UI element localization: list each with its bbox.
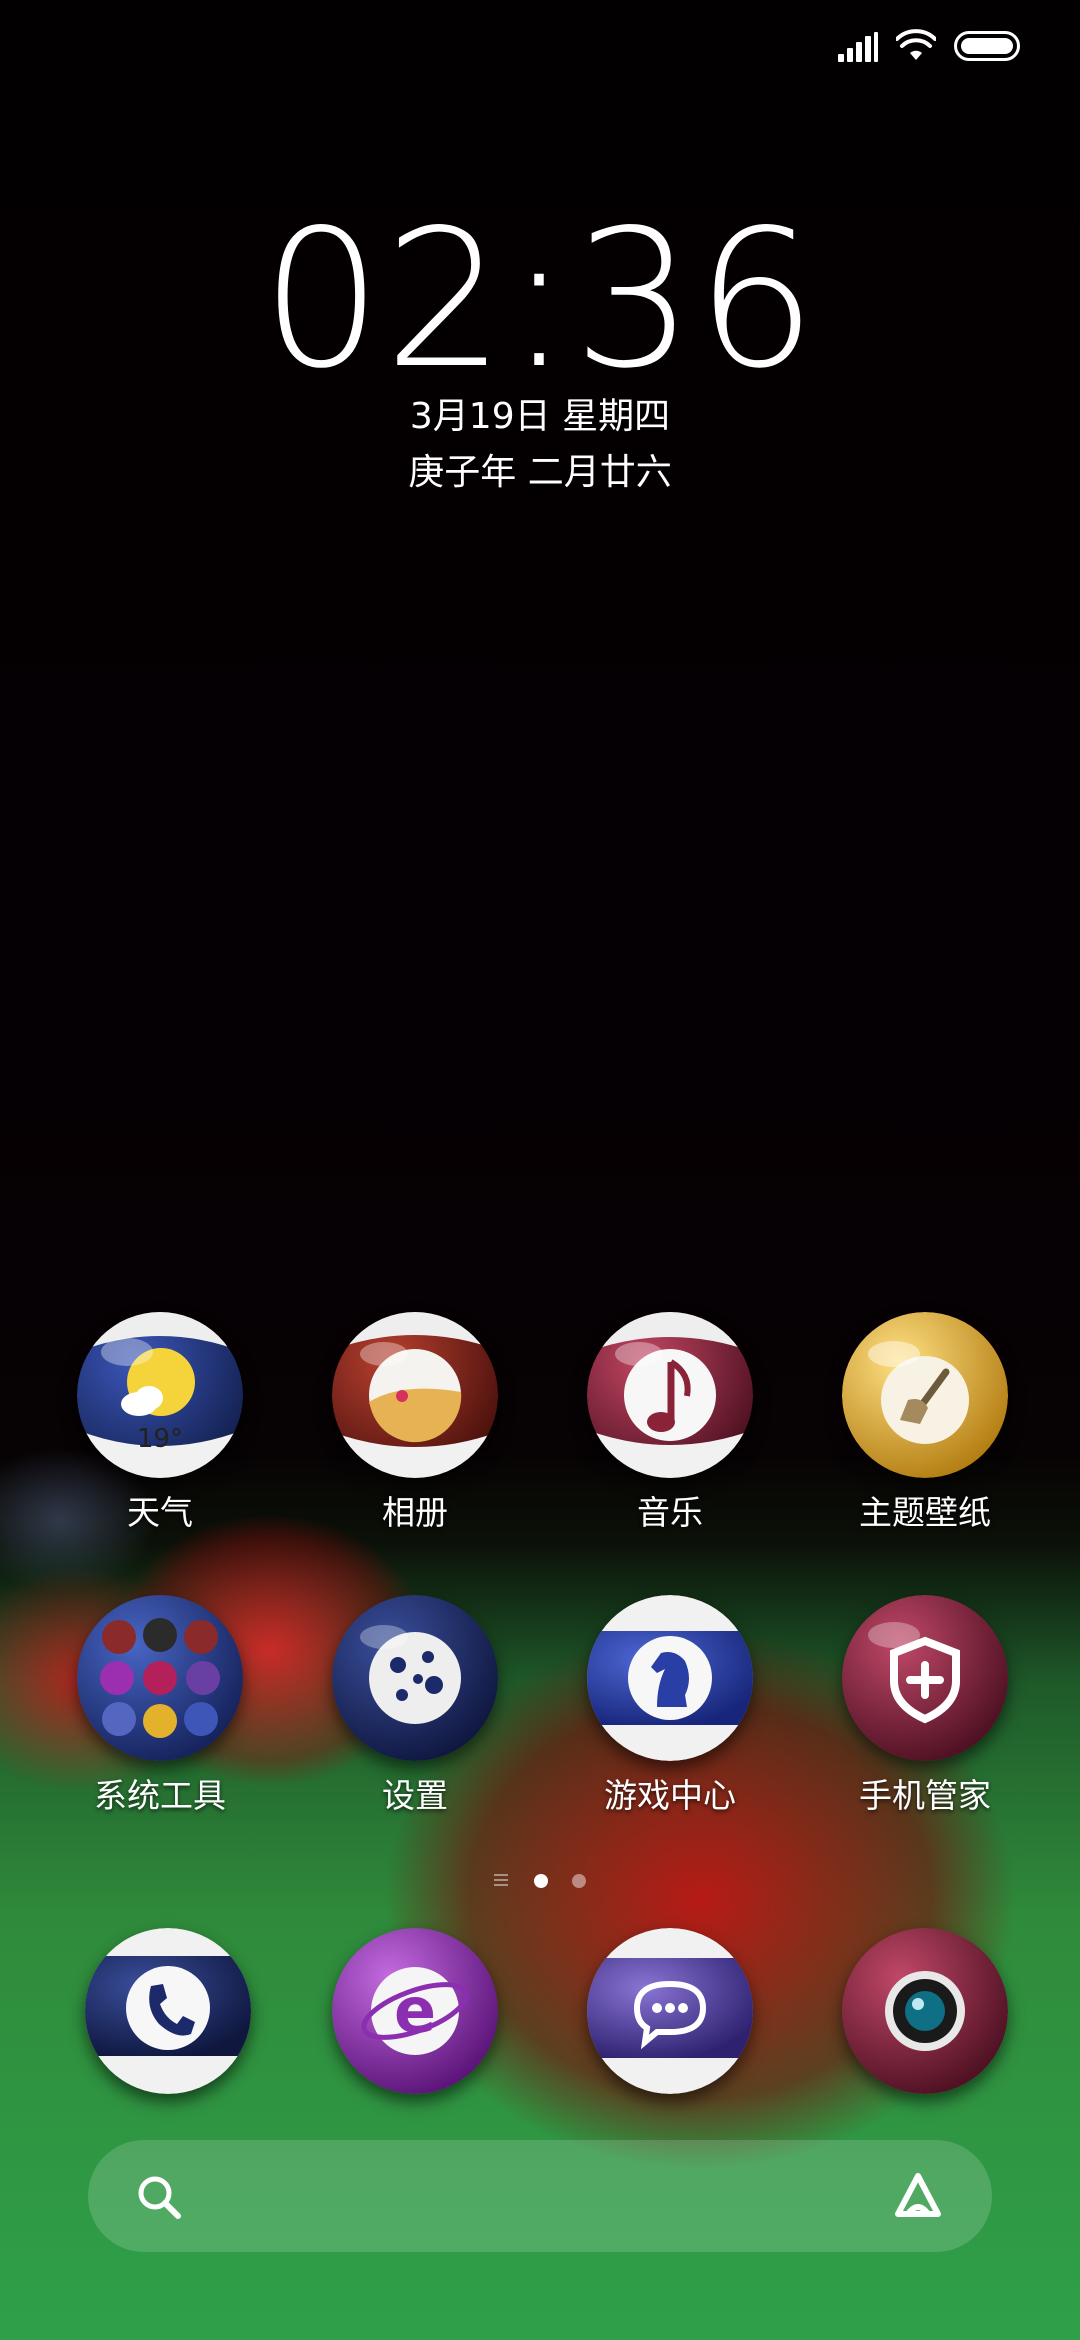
app-gallery[interactable]: 相册 xyxy=(320,1312,510,1542)
app-label: 系统工具 xyxy=(94,1776,226,1815)
app-label: 相册 xyxy=(382,1493,448,1532)
wifi-icon xyxy=(896,29,936,60)
battery-full-icon xyxy=(954,31,1020,61)
app-settings[interactable]: 设置 xyxy=(320,1595,510,1825)
search-bar[interactable] xyxy=(88,2140,992,2252)
dock-messages[interactable] xyxy=(575,1928,765,2098)
dock-browser[interactable]: e xyxy=(320,1928,510,2098)
search-icon[interactable] xyxy=(134,2172,184,2222)
app-theme[interactable]: 主题壁纸 xyxy=(830,1312,1020,1542)
app-security[interactable]: 手机管家 xyxy=(830,1595,1020,1825)
gear-icon xyxy=(332,1595,498,1761)
message-bubble-icon xyxy=(587,1928,753,2094)
chess-knight-icon xyxy=(587,1595,753,1761)
dock-phone[interactable] xyxy=(73,1928,263,2098)
date-text: 3月19日 星期四 xyxy=(409,396,671,437)
app-label: 游戏中心 xyxy=(604,1776,736,1815)
weather-temperature: 19° xyxy=(136,1424,184,1454)
clock-time: 02:36 xyxy=(261,189,819,410)
app-label: 设置 xyxy=(382,1776,448,1815)
app-music[interactable]: 音乐 xyxy=(575,1312,765,1542)
app-system-tools[interactable]: 系统工具 xyxy=(65,1595,255,1825)
page-dot-active xyxy=(534,1874,548,1888)
dock-camera[interactable] xyxy=(830,1928,1020,2098)
lunar-date-text: 庚子年 二月廿六 xyxy=(408,452,672,493)
signal-bars-icon xyxy=(838,32,878,62)
app-label: 音乐 xyxy=(637,1493,703,1532)
page-dot xyxy=(572,1874,586,1888)
page-indicator[interactable] xyxy=(490,1870,600,1892)
browser-e-icon: e xyxy=(332,1928,498,2094)
page-list-icon xyxy=(494,1874,508,1888)
camera-lens-icon xyxy=(842,1928,1008,2094)
music-note-icon xyxy=(587,1312,753,1478)
shield-plus-icon xyxy=(842,1595,1008,1761)
app-weather[interactable]: 19° 天气 xyxy=(65,1312,255,1542)
app-label: 主题壁纸 xyxy=(859,1493,991,1532)
app-label: 手机管家 xyxy=(859,1776,991,1815)
app-game-center[interactable]: 游戏中心 xyxy=(575,1595,765,1825)
app-label: 天气 xyxy=(127,1493,193,1532)
assistant-a-icon[interactable] xyxy=(890,2170,946,2222)
status-bar xyxy=(0,0,1080,90)
folder-grid-icon xyxy=(77,1595,243,1761)
phone-icon xyxy=(85,1928,251,2094)
brush-icon xyxy=(842,1312,1008,1478)
gallery-icon xyxy=(332,1312,498,1478)
